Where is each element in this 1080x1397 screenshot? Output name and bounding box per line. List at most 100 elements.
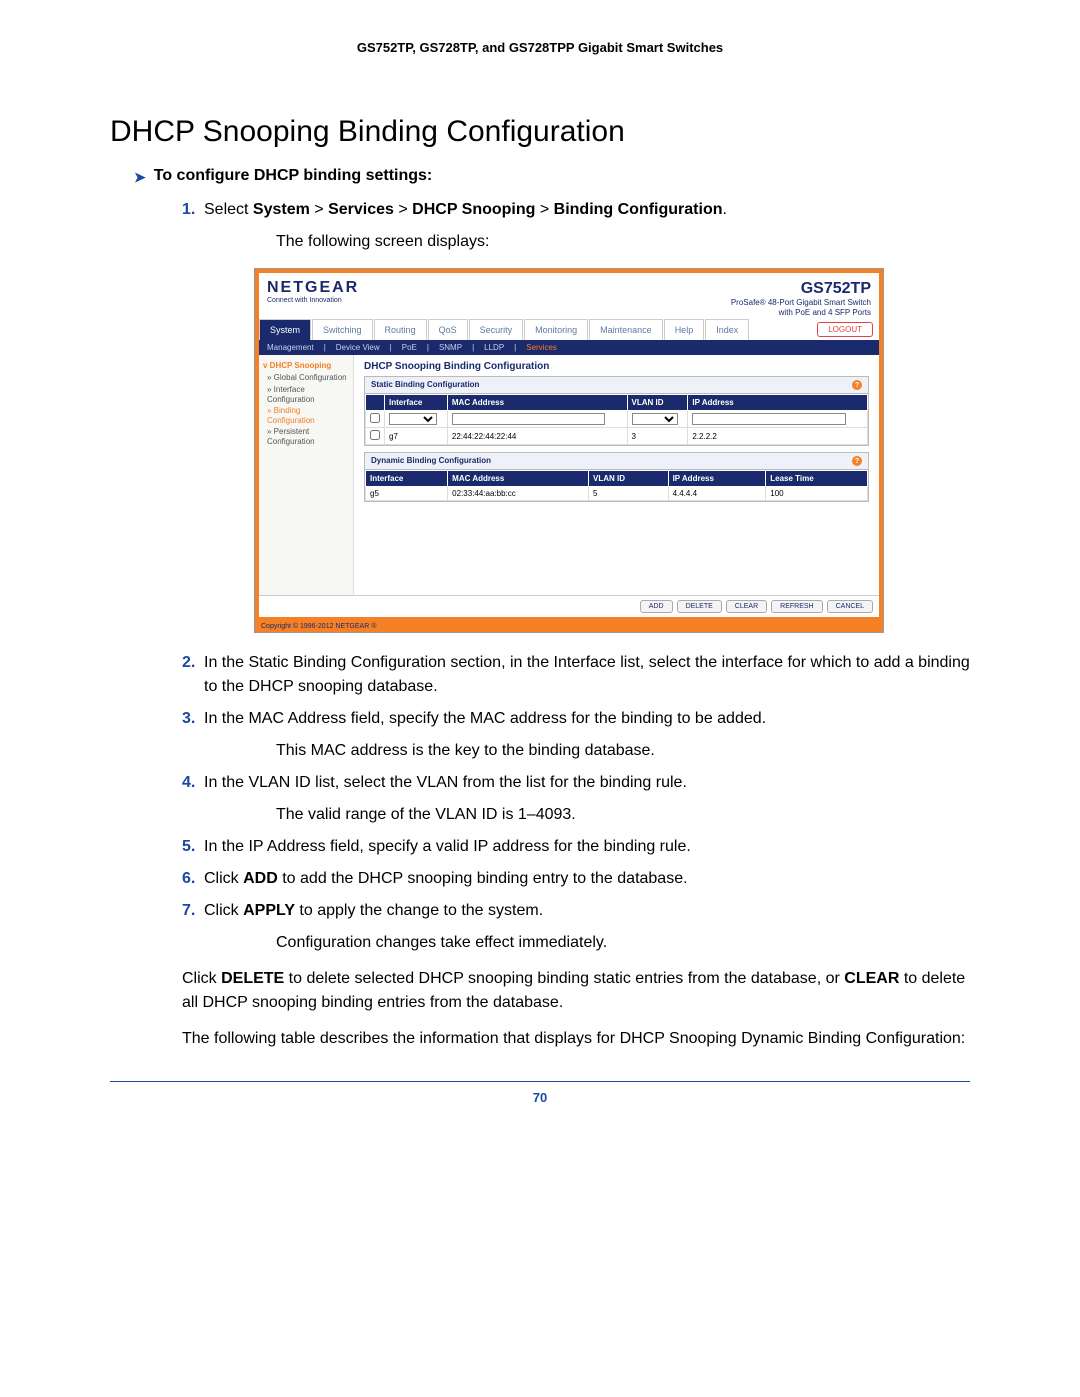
cell-interface: g5 — [366, 487, 448, 501]
step-number: 1. — [182, 198, 204, 222]
breadcrumb-part: System — [253, 201, 310, 218]
add-button[interactable]: ADD — [640, 600, 673, 613]
section-title: DHCP Snooping Binding Configuration — [110, 115, 970, 149]
step-text-bold: ADD — [243, 870, 278, 887]
tab-system[interactable]: System — [259, 319, 311, 340]
col-interface: Interface — [385, 395, 448, 411]
brand-tagline: Connect with Innovation — [267, 297, 359, 304]
delete-clear-note: Click DELETE to delete selected DHCP sno… — [182, 967, 970, 1015]
col-mac: MAC Address — [448, 471, 589, 487]
ip-input[interactable] — [692, 413, 846, 425]
step-1: 1. Select System > Services > DHCP Snoop… — [182, 198, 970, 222]
mac-input[interactable] — [452, 413, 606, 425]
step-6: 6. Click ADD to add the DHCP snooping bi… — [182, 867, 970, 891]
subtab-management[interactable]: Management — [267, 343, 314, 352]
procedure-heading: ➤ To configure DHCP binding settings: — [134, 167, 970, 186]
step-number: 4. — [182, 771, 204, 795]
tab-index[interactable]: Index — [705, 319, 749, 340]
delete-button[interactable]: DELETE — [677, 600, 722, 613]
step-text: Click — [204, 870, 243, 887]
tab-security[interactable]: Security — [469, 319, 524, 340]
vlan-select[interactable] — [632, 413, 679, 425]
brand-logo: NETGEAR Connect with Innovation — [267, 279, 359, 304]
product-id: GS752TP ProSafe® 48-Port Gigabit Smart S… — [731, 279, 871, 317]
step-5: 5. In the IP Address field, specify a va… — [182, 835, 970, 859]
sidenav-persistent-config[interactable]: » Persistent Configuration — [267, 427, 349, 446]
step-7: 7. Click APPLY to apply the change to th… — [182, 899, 970, 923]
panel-title: DHCP Snooping Binding Configuration — [364, 361, 869, 372]
step-4-note: The valid range of the VLAN ID is 1–4093… — [276, 803, 970, 827]
col-vlan: VLAN ID — [589, 471, 669, 487]
col-vlan: VLAN ID — [627, 395, 688, 411]
step-4: 4. In the VLAN ID list, select the VLAN … — [182, 771, 970, 795]
subtab-snmp[interactable]: SNMP — [439, 343, 462, 352]
help-icon[interactable]: ? — [852, 380, 862, 390]
breadcrumb-part: Services — [328, 201, 394, 218]
tab-maintenance[interactable]: Maintenance — [589, 319, 663, 340]
static-title: Static Binding Configuration — [371, 380, 479, 390]
step-text-bold: APPLY — [243, 902, 295, 919]
cell-mac: 02:33:44:aa:bb:cc — [448, 487, 589, 501]
sidenav-interface-config[interactable]: » Interface Configuration — [267, 385, 349, 404]
col-ip: IP Address — [668, 471, 766, 487]
action-buttons: ADD DELETE CLEAR REFRESH CANCEL — [259, 595, 879, 617]
step-number: 5. — [182, 835, 204, 859]
clear-button[interactable]: CLEAR — [726, 600, 767, 613]
procedure-title: To configure DHCP binding settings: — [154, 167, 433, 185]
col-ip: IP Address — [688, 395, 868, 411]
model-desc: ProSafe® 48-Port Gigabit Smart Switch — [731, 298, 871, 308]
step-text: In the MAC Address field, specify the MA… — [204, 707, 970, 731]
static-input-row — [366, 411, 868, 428]
step-text: to apply the change to the system. — [295, 902, 543, 919]
cell-ip: 2.2.2.2 — [688, 428, 868, 445]
row-select-checkbox[interactable] — [370, 413, 380, 423]
step-3: 3. In the MAC Address field, specify the… — [182, 707, 970, 731]
copyright-bar: Copyright © 1996-2012 NETGEAR ® — [255, 621, 883, 632]
sidenav-group[interactable]: v DHCP Snooping — [263, 361, 349, 370]
breadcrumb-part: DHCP Snooping — [412, 201, 535, 218]
sidenav-binding-config[interactable]: » Binding Configuration — [267, 406, 349, 425]
tab-qos[interactable]: QoS — [428, 319, 468, 340]
brand-name: NETGEAR — [267, 279, 359, 297]
arrow-icon: ➤ — [134, 169, 146, 186]
tab-monitoring[interactable]: Monitoring — [524, 319, 588, 340]
dynamic-data-row: g5 02:33:44:aa:bb:cc 5 4.4.4.4 100 — [366, 487, 868, 501]
cancel-button[interactable]: CANCEL — [827, 600, 873, 613]
step-2: 2. In the Static Binding Configuration s… — [182, 651, 970, 699]
subtab-poe[interactable]: PoE — [402, 343, 417, 352]
interface-select[interactable] — [389, 413, 437, 425]
page-rule — [110, 1081, 970, 1082]
subtab-device-view[interactable]: Device View — [336, 343, 380, 352]
dynamic-title: Dynamic Binding Configuration — [371, 456, 491, 466]
sub-tabs: Management| Device View| PoE| SNMP| LLDP… — [259, 340, 879, 355]
cell-ip: 4.4.4.4 — [668, 487, 766, 501]
logout-button[interactable]: LOGOUT — [817, 322, 873, 337]
cell-lease: 100 — [766, 487, 868, 501]
help-icon[interactable]: ? — [852, 456, 862, 466]
step-number: 7. — [182, 899, 204, 923]
tab-help[interactable]: Help — [664, 319, 705, 340]
step-3-note: This MAC address is the key to the bindi… — [276, 739, 970, 763]
page-number: 70 — [110, 1090, 970, 1105]
tab-routing[interactable]: Routing — [374, 319, 427, 340]
step-number: 2. — [182, 651, 204, 699]
subtab-services[interactable]: Services — [526, 343, 557, 352]
row-select-checkbox[interactable] — [370, 430, 380, 440]
col-interface: Interface — [366, 471, 448, 487]
cell-vlan: 3 — [627, 428, 688, 445]
step-number: 6. — [182, 867, 204, 891]
cell-vlan: 5 — [589, 487, 669, 501]
doc-header: GS752TP, GS728TP, and GS728TPP Gigabit S… — [110, 40, 970, 55]
tab-switching[interactable]: Switching — [312, 319, 373, 340]
sidenav-global-config[interactable]: » Global Configuration — [267, 373, 349, 383]
subtab-lldp[interactable]: LLDP — [484, 343, 504, 352]
model-code: GS752TP — [731, 279, 871, 298]
cell-mac: 22:44:22:44:22:44 — [447, 428, 627, 445]
refresh-button[interactable]: REFRESH — [771, 600, 822, 613]
static-binding-section: Static Binding Configuration ? Interface… — [364, 376, 869, 446]
model-desc: with PoE and 4 SFP Ports — [731, 308, 871, 318]
step-7-note: Configuration changes take effect immedi… — [276, 931, 970, 955]
step-text: In the Static Binding Configuration sect… — [204, 651, 970, 699]
col-lease: Lease Time — [766, 471, 868, 487]
step-number: 3. — [182, 707, 204, 731]
